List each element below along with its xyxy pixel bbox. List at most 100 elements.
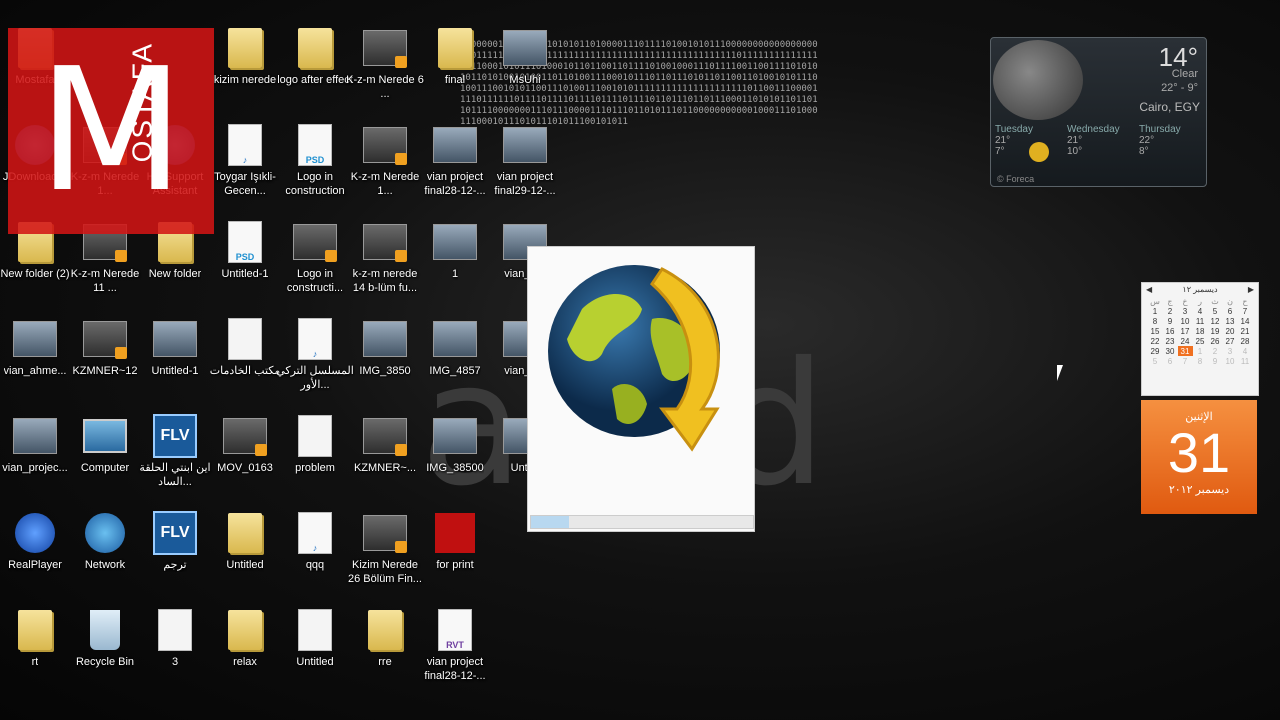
- calendar-day[interactable]: 8: [1193, 356, 1208, 366]
- calendar-day[interactable]: 26: [1208, 336, 1223, 346]
- calendar-day[interactable]: 3: [1178, 306, 1193, 316]
- desktop-icon[interactable]: 1: [415, 220, 495, 281]
- folder-icon: [298, 28, 332, 68]
- desktop-icon[interactable]: 3: [135, 608, 215, 669]
- calendar-day[interactable]: 4: [1238, 346, 1253, 356]
- weekday-header: ج: [1167, 296, 1173, 306]
- calendar-day[interactable]: 27: [1223, 336, 1238, 346]
- calendar-day[interactable]: 10: [1178, 316, 1193, 326]
- desktop-icon[interactable]: vian_projec...: [0, 414, 75, 475]
- calendar-day[interactable]: 14: [1238, 316, 1253, 326]
- calendar-day[interactable]: 5: [1148, 356, 1163, 366]
- calendar-day[interactable]: 1: [1193, 346, 1208, 356]
- calendar-gadget[interactable]: ◀ ديسمبر ١٢ ▶ س ج خ ر ث ن ح 1 2 3 4 5 6 7 8 9 10 11 12 13 14…: [1141, 282, 1259, 522]
- calendar-day[interactable]: 6: [1223, 306, 1238, 316]
- mouse-cursor-icon: [1057, 365, 1063, 381]
- calendar-day[interactable]: 9: [1163, 316, 1178, 326]
- calendar-day[interactable]: 24: [1178, 336, 1193, 346]
- calendar-day[interactable]: 4: [1193, 306, 1208, 316]
- desktop-icon[interactable]: k-z-m nerede 14 b-lüm fu...: [345, 220, 425, 295]
- next-month-icon[interactable]: ▶: [1248, 285, 1254, 294]
- desktop-icon[interactable]: IMG_3850: [345, 317, 425, 378]
- desktop-icon[interactable]: K-z-m Nerede 1...: [345, 123, 425, 198]
- desktop-icon[interactable]: Network: [65, 511, 145, 572]
- prev-month-icon[interactable]: ◀: [1146, 285, 1152, 294]
- calendar-day[interactable]: 23: [1163, 336, 1178, 346]
- calendar-day[interactable]: 8: [1148, 316, 1163, 326]
- calendar-day[interactable]: 9: [1208, 356, 1223, 366]
- calendar-day[interactable]: 15: [1148, 326, 1163, 336]
- calendar-day[interactable]: 13: [1223, 316, 1238, 326]
- calendar-day[interactable]: 17: [1178, 326, 1193, 336]
- desktop-icon[interactable]: vian_ahme...: [0, 317, 75, 378]
- desktop-icon[interactable]: logo after effect: [275, 26, 355, 87]
- desktop-icon[interactable]: MOV_0163: [205, 414, 285, 475]
- calendar-day[interactable]: 2: [1208, 346, 1223, 356]
- desktop-icon[interactable]: MsUhi: [485, 26, 565, 87]
- desktop-icon[interactable]: FLV اين ابنتي الحلقة الساد...: [135, 414, 215, 489]
- desktop-icon[interactable]: rt: [0, 608, 75, 669]
- calendar-day[interactable]: 31: [1177, 346, 1193, 356]
- desktop-icon[interactable]: KZMNER~12: [65, 317, 145, 378]
- calendar-day[interactable]: 29: [1148, 346, 1163, 356]
- calendar-day[interactable]: 10: [1223, 356, 1238, 366]
- desktop-icon[interactable]: Kizim Nerede 26 Bölüm Fin...: [345, 511, 425, 586]
- calendar-day[interactable]: 20: [1223, 326, 1238, 336]
- desktop-icon[interactable]: IMG_4857: [415, 317, 495, 378]
- calendar-day[interactable]: 5: [1208, 306, 1223, 316]
- calendar-day[interactable]: 12: [1208, 316, 1223, 326]
- desktop-icon[interactable]: ♪ المسلسل التركي الأور...: [275, 317, 355, 392]
- desktop-icon[interactable]: Untitled-1: [135, 317, 215, 378]
- desktop-icon[interactable]: KZMNER~...: [345, 414, 425, 475]
- calendar-day[interactable]: 6: [1163, 356, 1178, 366]
- calendar-day[interactable]: 11: [1193, 316, 1208, 326]
- calendar-day[interactable]: 7: [1178, 356, 1193, 366]
- calendar-day[interactable]: 11: [1238, 356, 1253, 366]
- calendar-day[interactable]: 16: [1163, 326, 1178, 336]
- calendar-day[interactable]: 21: [1238, 326, 1253, 336]
- desktop-icon[interactable]: ♪ qqq: [275, 511, 355, 572]
- calendar-day[interactable]: 18: [1193, 326, 1208, 336]
- desktop-icon[interactable]: kizim nerede: [205, 26, 285, 87]
- calendar-day[interactable]: 28: [1238, 336, 1253, 346]
- desktop-icon-label: Untitled-1: [151, 365, 199, 377]
- calendar-day[interactable]: 25: [1193, 336, 1208, 346]
- desktop-icon[interactable]: PSD Logo in construction: [275, 123, 355, 198]
- weather-gadget[interactable]: 14° Clear 22° - 9° Cairo, EGY Tuesday 21…: [990, 37, 1207, 187]
- recycle-bin-icon: [90, 610, 120, 650]
- desktop-icon[interactable]: مكتب الخادمات: [205, 317, 285, 378]
- desktop-icon[interactable]: K-z-m Nerede 6 ...: [345, 26, 425, 101]
- desktop-icon[interactable]: ♪ Toygar Işıkli-Gecen...: [205, 123, 285, 198]
- desktop-icon[interactable]: problem: [275, 414, 355, 475]
- folder-icon: [228, 28, 262, 68]
- image-thumbnail-icon: [433, 127, 477, 163]
- calendar-day[interactable]: 22: [1148, 336, 1163, 346]
- calendar-day[interactable]: 7: [1238, 306, 1253, 316]
- desktop-icon[interactable]: for print: [415, 511, 495, 572]
- desktop-icon[interactable]: relax: [205, 608, 285, 669]
- desktop-icon[interactable]: RVT vian project final28-12-...: [415, 608, 495, 683]
- desktop-icon[interactable]: Recycle Bin: [65, 608, 145, 669]
- desktop-icon[interactable]: final: [415, 26, 495, 87]
- calendar-day[interactable]: 1: [1148, 306, 1163, 316]
- desktop-icon[interactable]: rre: [345, 608, 425, 669]
- desktop-icon[interactable]: vian project final29-12-...: [485, 123, 565, 198]
- desktop-icon[interactable]: PSD Untitled-1: [205, 220, 285, 281]
- folder-icon: [18, 610, 52, 650]
- desktop-icon[interactable]: RealPlayer: [0, 511, 75, 572]
- calendar-day[interactable]: 30: [1163, 346, 1178, 356]
- desktop-icon[interactable]: IMG_38500: [415, 414, 495, 475]
- calendar-day[interactable]: 3: [1223, 346, 1238, 356]
- calendar-day[interactable]: 2: [1163, 306, 1178, 316]
- desktop-icon[interactable]: Computer: [65, 414, 145, 475]
- logo-letter: M: [37, 32, 185, 230]
- media-badge-icon: [395, 444, 407, 456]
- desktop-icon[interactable]: Untitled: [275, 608, 355, 669]
- desktop-icon-label: vian project final29-12-...: [494, 171, 556, 197]
- desktop-icon[interactable]: Logo in constructi...: [275, 220, 355, 295]
- weather-source[interactable]: © Foreca: [997, 174, 1034, 184]
- desktop-icon[interactable]: FLV ترجم: [135, 511, 215, 572]
- desktop-icon[interactable]: Untitled: [205, 511, 285, 572]
- calendar-day[interactable]: 19: [1208, 326, 1223, 336]
- desktop-icon[interactable]: vian project final28-12-...: [415, 123, 495, 198]
